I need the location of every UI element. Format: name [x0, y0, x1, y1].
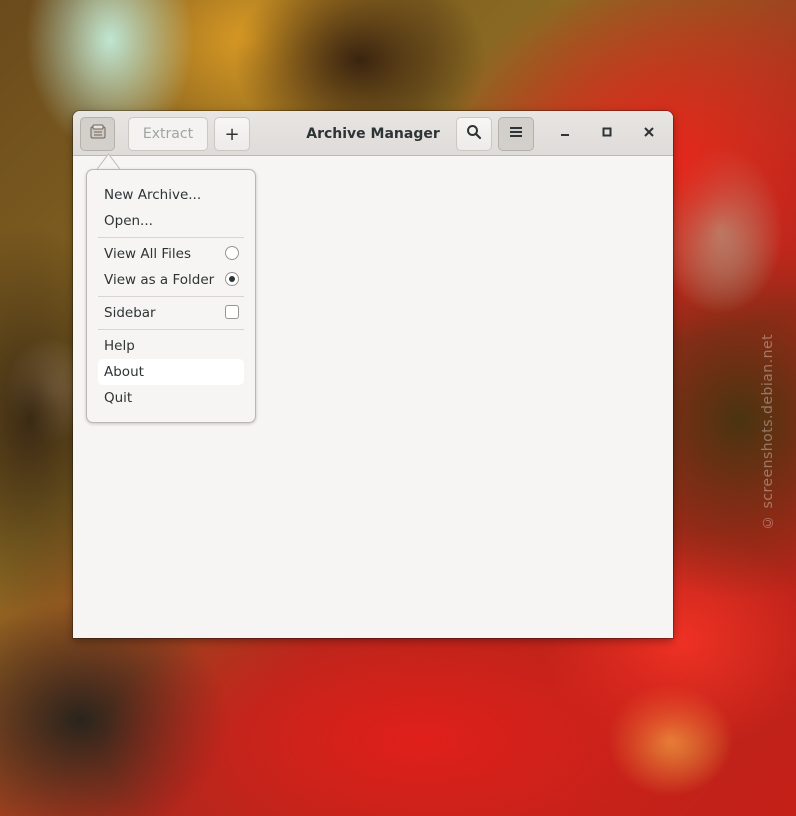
app-menu-popover: New Archive... Open... View All Files Vi… [86, 169, 256, 423]
menu-item-new-archive[interactable]: New Archive... [98, 182, 244, 208]
menu-separator [98, 329, 244, 330]
app-menu-button[interactable] [80, 117, 115, 151]
menu-item-quit[interactable]: Quit [98, 385, 244, 411]
maximize-button[interactable] [595, 122, 619, 146]
menu-item-view-all-files[interactable]: View All Files [98, 241, 244, 267]
menu-item-label: New Archive... [104, 187, 202, 203]
radio-selected-icon [225, 272, 239, 286]
radio-unselected-icon [225, 246, 239, 260]
menu-separator [98, 296, 244, 297]
menu-item-label: Quit [104, 390, 133, 406]
add-files-button[interactable]: + [214, 117, 250, 151]
archive-icon [89, 123, 107, 145]
menu-item-open[interactable]: Open... [98, 208, 244, 234]
headerbar: Extract + Archive Manager [73, 111, 673, 156]
search-button[interactable] [456, 117, 492, 151]
menu-item-label: Open... [104, 213, 153, 229]
menu-item-view-as-folder[interactable]: View as a Folder [98, 267, 244, 293]
search-icon [466, 124, 482, 144]
menu-item-label: View All Files [104, 246, 191, 262]
close-icon [643, 126, 655, 142]
menu-separator [98, 237, 244, 238]
extract-button[interactable]: Extract [128, 117, 208, 151]
menu-item-label: View as a Folder [104, 272, 215, 288]
minimize-icon [559, 126, 571, 142]
menu-item-help[interactable]: Help [98, 333, 244, 359]
close-button[interactable] [637, 122, 661, 146]
hamburger-icon [509, 125, 523, 143]
menu-item-sidebar[interactable]: Sidebar [98, 300, 244, 326]
main-menu-button[interactable] [498, 117, 534, 151]
watermark: © screenshots.debian.net [760, 333, 776, 530]
maximize-icon [601, 126, 613, 142]
menu-item-label: About [104, 364, 144, 380]
minimize-button[interactable] [553, 122, 577, 146]
menu-item-label: Help [104, 338, 135, 354]
menu-item-label: Sidebar [104, 305, 156, 321]
checkbox-unchecked-icon [225, 305, 239, 319]
menu-item-about[interactable]: About [98, 359, 244, 385]
window-title: Archive Manager [306, 125, 440, 142]
